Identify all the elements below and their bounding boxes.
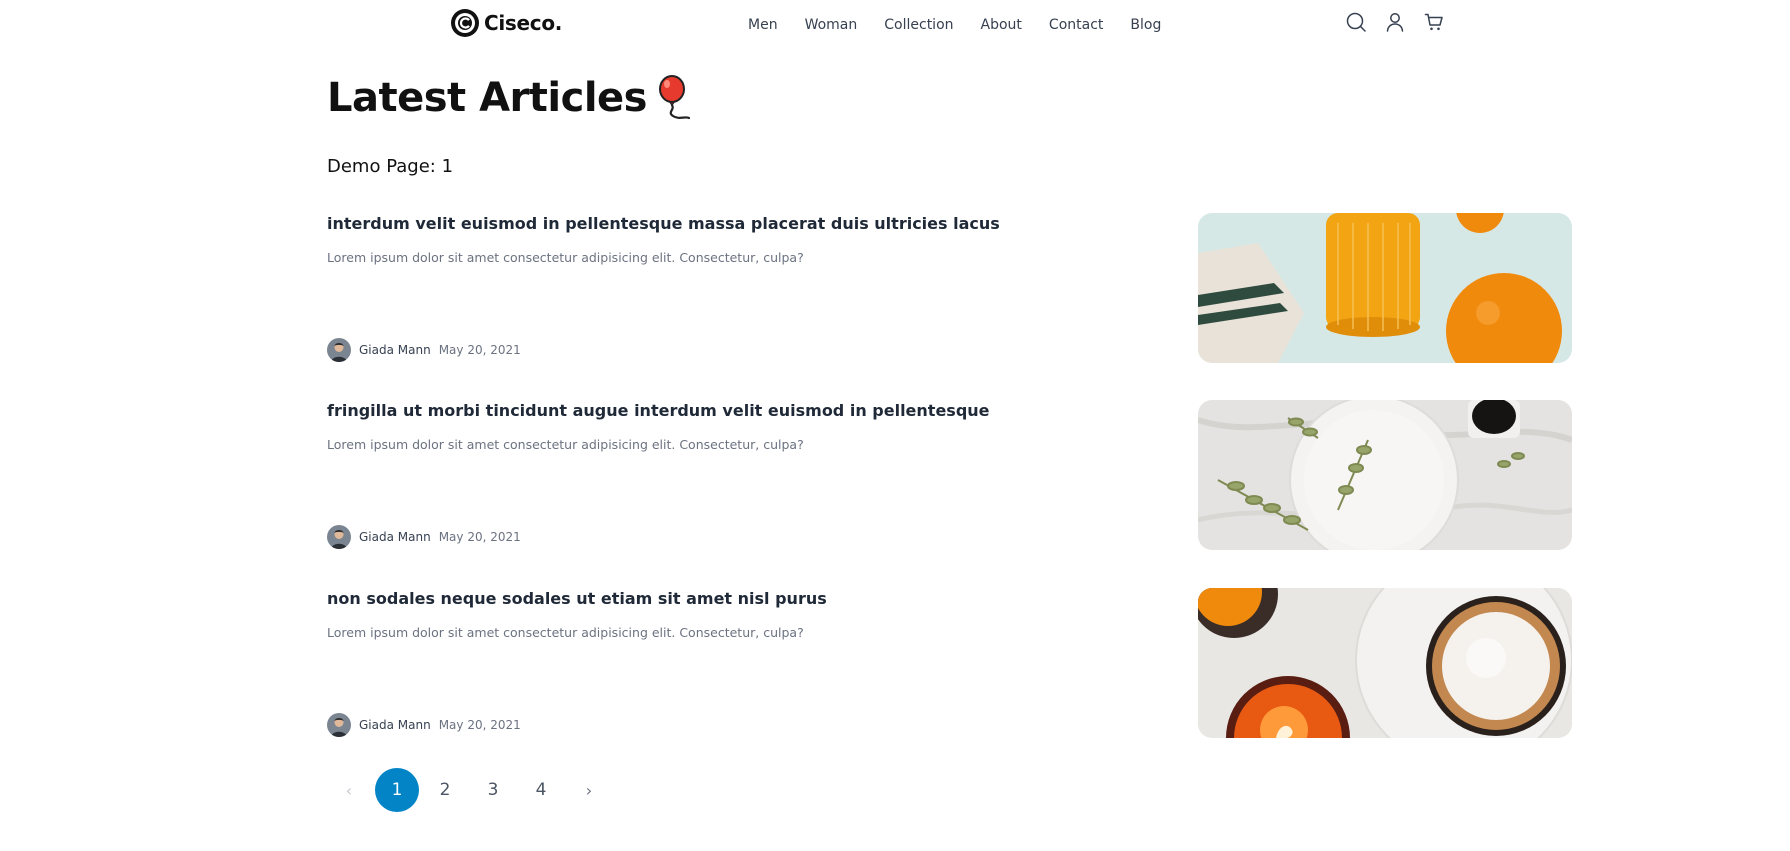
article-author[interactable]: Giada Mann: [359, 530, 431, 544]
user-icon[interactable]: [1385, 12, 1405, 32]
pagination-prev[interactable]: ‹: [327, 768, 371, 812]
article-date: May 20, 2021: [438, 530, 521, 544]
page-title: Latest Articles: [327, 74, 695, 122]
nav-item-woman[interactable]: Woman: [805, 17, 858, 33]
article-date: May 20, 2021: [438, 718, 521, 732]
page-title-text: Latest Articles: [327, 75, 647, 121]
article-date: May 20, 2021: [438, 343, 521, 357]
avatar: [327, 338, 351, 362]
coffee-candle-photo[interactable]: [1198, 588, 1572, 738]
pagination-page-1[interactable]: 1: [375, 768, 419, 812]
article-author[interactable]: Giada Mann: [359, 343, 431, 357]
article-meta: Giada Mann May 20, 2021: [327, 338, 521, 362]
search-icon[interactable]: [1346, 12, 1366, 32]
pagination-page-2[interactable]: 2: [423, 768, 467, 812]
article-title[interactable]: interdum velit euismod in pellentesque m…: [327, 214, 1000, 233]
article-title[interactable]: non sodales neque sodales ut etiam sit a…: [327, 589, 827, 608]
logo-text: Ciseco.: [484, 11, 563, 35]
nav-item-blog[interactable]: Blog: [1130, 17, 1161, 33]
article-excerpt: Lorem ipsum dolor sit amet consectetur a…: [327, 250, 804, 265]
nav-item-collection[interactable]: Collection: [884, 17, 953, 33]
pagination-next[interactable]: ›: [567, 768, 611, 812]
cart-icon[interactable]: [1424, 12, 1444, 32]
article-author[interactable]: Giada Mann: [359, 718, 431, 732]
avatar: [327, 713, 351, 737]
nav-item-about[interactable]: About: [981, 17, 1022, 33]
logo[interactable]: Ciseco.: [450, 8, 562, 38]
article-card: non sodales neque sodales ut etiam sit a…: [327, 588, 1572, 741]
article-title[interactable]: fringilla ut morbi tincidunt augue inter…: [327, 401, 990, 420]
site-header: Ciseco. Men Woman Collection About Conta…: [0, 0, 1790, 50]
nav-item-contact[interactable]: Contact: [1049, 17, 1103, 33]
article-excerpt: Lorem ipsum dolor sit amet consectetur a…: [327, 437, 804, 452]
balloon-icon: [658, 75, 691, 120]
article-excerpt: Lorem ipsum dolor sit amet consectetur a…: [327, 625, 804, 640]
pagination-page-3[interactable]: 3: [471, 768, 515, 812]
article-card: interdum velit euismod in pellentesque m…: [327, 213, 1572, 366]
white-plate-photo[interactable]: [1198, 400, 1572, 550]
main-nav: Men Woman Collection About Contact Blog: [748, 17, 1161, 33]
article-card: fringilla ut morbi tincidunt augue inter…: [327, 400, 1572, 553]
orange-juice-photo[interactable]: [1198, 213, 1572, 363]
header-tools: [1346, 12, 1444, 32]
pagination: ‹ 1 2 3 4 ›: [327, 768, 615, 812]
avatar: [327, 525, 351, 549]
nav-item-men[interactable]: Men: [748, 17, 778, 33]
logo-icon: [451, 9, 479, 37]
pagination-page-4[interactable]: 4: [519, 768, 563, 812]
article-meta: Giada Mann May 20, 2021: [327, 713, 521, 737]
article-meta: Giada Mann May 20, 2021: [327, 525, 521, 549]
demo-page-label: Demo Page: 1: [327, 156, 454, 177]
